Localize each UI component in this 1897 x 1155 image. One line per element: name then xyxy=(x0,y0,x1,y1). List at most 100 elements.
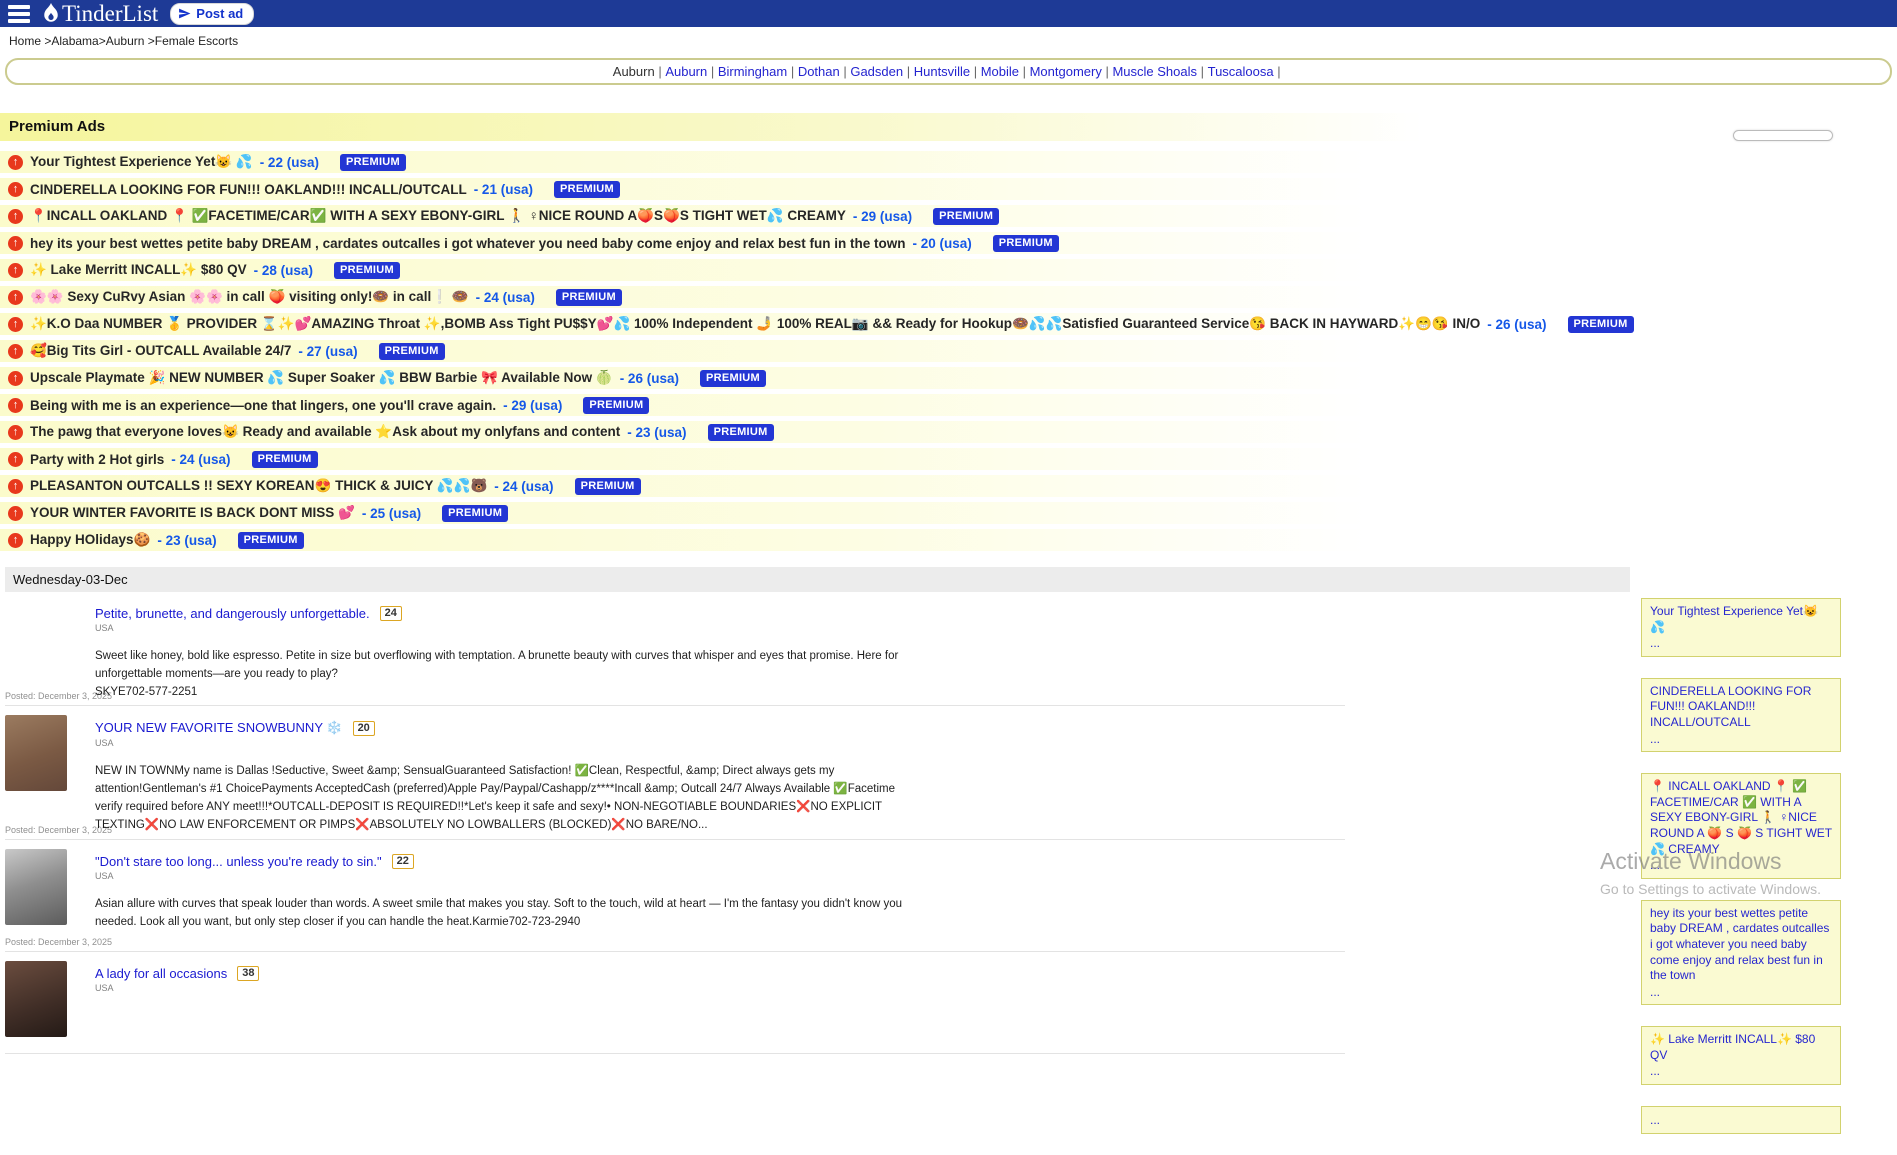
sidebar-ad-ellipsis: ... xyxy=(1650,732,1832,748)
premium-ad-title[interactable]: hey its your best wettes petite baby DRE… xyxy=(30,236,905,251)
premium-ad-title[interactable]: 🌸🌸 Sexy CuRvy Asian 🌸🌸 in call 🍑 visitin… xyxy=(30,289,469,305)
premium-badge: PREMIUM xyxy=(575,478,641,495)
top-navigation-bar: TinderList Post ad xyxy=(0,0,1897,27)
post-ad-button[interactable]: Post ad xyxy=(170,3,254,25)
bump-arrow-icon: ↑ xyxy=(8,317,23,332)
premium-ad-title[interactable]: ✨ Lake Merritt INCALL✨ $80 QV xyxy=(30,262,247,278)
premium-ad-row[interactable]: ↑ PLEASANTON OUTCALLS !! SEXY KOREAN😍 TH… xyxy=(0,475,1897,497)
premium-ad-row[interactable]: ↑ 🌸🌸 Sexy CuRvy Asian 🌸🌸 in call 🍑 visit… xyxy=(0,286,1897,308)
sidebar-ad-text[interactable]: hey its your best wettes petite baby DRE… xyxy=(1650,906,1832,984)
site-logo-text: TinderList xyxy=(62,2,158,25)
hamburger-menu-icon[interactable] xyxy=(8,5,30,23)
listing-country-label: USA xyxy=(95,871,907,881)
listing-left-column xyxy=(5,961,77,1049)
sidebar-ad-ellipsis: ... xyxy=(1650,636,1832,652)
premium-ad-title[interactable]: CINDERELLA LOOKING FOR FUN!!! OAKLAND!!!… xyxy=(30,182,467,197)
listing-row: A lady for all occasions 38 USA xyxy=(5,952,1345,1054)
breadcrumb[interactable]: Home >Alabama>Auburn >Female Escorts xyxy=(0,27,1897,53)
city-link[interactable]: Dothan xyxy=(798,64,840,79)
sidebar-ad-card[interactable]: 📍 INCALL OAKLAND 📍 ✅ FACETIME/CAR ✅ WITH… xyxy=(1641,773,1841,879)
premium-ad-row[interactable]: ↑ hey its your best wettes petite baby D… xyxy=(0,232,1897,254)
listing-thumbnail[interactable] xyxy=(5,961,67,1037)
city-link[interactable]: Birmingham xyxy=(718,64,787,79)
sidebar-ad-ellipsis: ... xyxy=(1650,985,1832,1001)
premium-badge: PREMIUM xyxy=(379,343,445,360)
premium-ad-row[interactable]: ↑ Happy HOlidays🍪 - 23 (usa) PREMIUM xyxy=(0,529,1897,551)
city-item: Tuscaloosa | xyxy=(1208,64,1285,79)
sidebar-ad-card[interactable]: Your Tightest Experience Yet😺 💦 ... xyxy=(1641,598,1841,657)
city-link[interactable]: Auburn xyxy=(665,64,707,79)
listing-row: Posted: December 3, 2025 "Don't stare to… xyxy=(5,840,1345,952)
premium-badge: PREMIUM xyxy=(252,451,318,468)
premium-ad-row[interactable]: ↑ Party with 2 Hot girls - 24 (usa) PREM… xyxy=(0,448,1897,470)
premium-ad-title[interactable]: Your Tightest Experience Yet😺 💦 xyxy=(30,154,253,170)
premium-ad-title[interactable]: 📍INCALL OAKLAND 📍 ✅FACETIME/CAR✅ WITH A … xyxy=(30,208,846,224)
city-link[interactable]: Montgomery xyxy=(1030,64,1102,79)
sidebar-ad-card[interactable]: ✨ Lake Merritt INCALL✨ $80 QV ... xyxy=(1641,1026,1841,1085)
site-logo[interactable]: TinderList xyxy=(42,2,158,25)
city-link[interactable]: Gadsden xyxy=(850,64,903,79)
premium-ad-row[interactable]: ↑ 📍INCALL OAKLAND 📍 ✅FACETIME/CAR✅ WITH … xyxy=(0,205,1897,227)
premium-ad-title[interactable]: YOUR WINTER FAVORITE IS BACK DONT MISS 💕 xyxy=(30,505,355,521)
city-link[interactable]: Tuscaloosa xyxy=(1208,64,1274,79)
city-item: Birmingham | xyxy=(718,64,798,79)
listing-title-row: A lady for all occasions 38 xyxy=(95,966,907,981)
premium-ad-title[interactable]: Happy HOlidays🍪 xyxy=(30,532,150,548)
listing-thumbnail[interactable] xyxy=(5,601,67,677)
listing-thumbnail[interactable] xyxy=(5,849,67,925)
floating-scrollbar-pill[interactable] xyxy=(1733,130,1833,141)
city-link[interactable]: Huntsville xyxy=(914,64,970,79)
sidebar-ad-text[interactable]: 📍 INCALL OAKLAND 📍 ✅ FACETIME/CAR ✅ WITH… xyxy=(1650,779,1832,857)
listing-title-link[interactable]: A lady for all occasions xyxy=(95,966,227,981)
city-link[interactable]: Mobile xyxy=(981,64,1019,79)
bump-arrow-icon: ↑ xyxy=(8,155,23,170)
premium-ad-title[interactable]: ✨K.O Daa NUMBER 🥇 PROVIDER ⌛✨💕AMAZING Th… xyxy=(30,316,1480,332)
premium-ad-title[interactable]: Party with 2 Hot girls xyxy=(30,452,164,467)
sidebar-ad-text[interactable]: Your Tightest Experience Yet😺 💦 xyxy=(1650,604,1832,635)
premium-ad-row[interactable]: ↑ The pawg that everyone loves😺 Ready an… xyxy=(0,421,1897,443)
listing-country-label: USA xyxy=(95,623,907,633)
premium-ad-title[interactable]: PLEASANTON OUTCALLS !! SEXY KOREAN😍 THIC… xyxy=(30,478,487,494)
sidebar-ad-card[interactable]: hey its your best wettes petite baby DRE… xyxy=(1641,900,1841,1006)
premium-ad-title[interactable]: Being with me is an experience—one that … xyxy=(30,398,496,413)
bump-arrow-icon: ↑ xyxy=(8,263,23,278)
premium-ad-row[interactable]: ↑ Being with me is an experience—one tha… xyxy=(0,394,1897,416)
sidebar-ad-card[interactable]: CINDERELLA LOOKING FOR FUN!!! OAKLAND!!!… xyxy=(1641,678,1841,752)
premium-ad-row[interactable]: ↑ Your Tightest Experience Yet😺 💦 - 22 (… xyxy=(0,151,1897,173)
city-link[interactable]: Muscle Shoals xyxy=(1112,64,1197,79)
premium-ad-title[interactable]: The pawg that everyone loves😺 Ready and … xyxy=(30,424,620,440)
premium-ad-row[interactable]: ↑ ✨ Lake Merritt INCALL✨ $80 QV - 28 (us… xyxy=(0,259,1897,281)
sidebar-ad-text[interactable]: CINDERELLA LOOKING FOR FUN!!! OAKLAND!!!… xyxy=(1650,684,1832,731)
premium-ad-age-region: - 23 (usa) xyxy=(627,425,686,440)
listing-title-link[interactable]: Petite, brunette, and dangerously unforg… xyxy=(95,606,370,621)
premium-ad-age-region: - 24 (usa) xyxy=(171,452,230,467)
listing-title-link[interactable]: "Don't stare too long... unless you're r… xyxy=(95,854,382,869)
premium-badge: PREMIUM xyxy=(340,154,406,171)
premium-ad-row[interactable]: ↑ ✨K.O Daa NUMBER 🥇 PROVIDER ⌛✨💕AMAZING … xyxy=(0,313,1897,335)
bump-arrow-icon: ↑ xyxy=(8,506,23,521)
listing-description: Asian allure with curves that speak loud… xyxy=(95,896,907,932)
premium-ad-row[interactable]: ↑ CINDERELLA LOOKING FOR FUN!!! OAKLAND!… xyxy=(0,178,1897,200)
listing-left-column: Posted: December 3, 2025 xyxy=(5,715,77,834)
city-item: Auburn | xyxy=(665,64,718,79)
premium-badge: PREMIUM xyxy=(238,532,304,549)
premium-badge: PREMIUM xyxy=(583,397,649,414)
premium-ad-age-region: - 24 (usa) xyxy=(494,479,553,494)
premium-ad-title[interactable]: Upscale Playmate 🎉 NEW NUMBER 💦 Super So… xyxy=(30,370,613,386)
listing-posted-date: Posted: December 3, 2025 xyxy=(5,691,77,701)
premium-ad-age-region: - 29 (usa) xyxy=(853,209,912,224)
listing-thumbnail[interactable] xyxy=(5,715,67,791)
city-item: Muscle Shoals | xyxy=(1112,64,1207,79)
premium-ads-list: ↑ Your Tightest Experience Yet😺 💦 - 22 (… xyxy=(0,151,1897,551)
sidebar-ad-card[interactable]: ... xyxy=(1641,1106,1841,1134)
premium-ad-row[interactable]: ↑ YOUR WINTER FAVORITE IS BACK DONT MISS… xyxy=(0,502,1897,524)
bump-arrow-icon: ↑ xyxy=(8,344,23,359)
listing-description: Sweet like honey, bold like espresso. Pe… xyxy=(95,648,907,684)
sidebar-ad-text[interactable]: ✨ Lake Merritt INCALL✨ $80 QV xyxy=(1650,1032,1832,1063)
premium-ad-row[interactable]: ↑ Upscale Playmate 🎉 NEW NUMBER 💦 Super … xyxy=(0,367,1897,389)
premium-ad-title[interactable]: 🥰Big Tits Girl - OUTCALL Available 24/7 xyxy=(30,343,291,359)
listing-title-link[interactable]: YOUR NEW FAVORITE SNOWBUNNY ❄️ xyxy=(95,720,343,736)
premium-ad-row[interactable]: ↑ 🥰Big Tits Girl - OUTCALL Available 24/… xyxy=(0,340,1897,362)
paper-plane-icon xyxy=(178,7,191,20)
premium-badge: PREMIUM xyxy=(554,181,620,198)
